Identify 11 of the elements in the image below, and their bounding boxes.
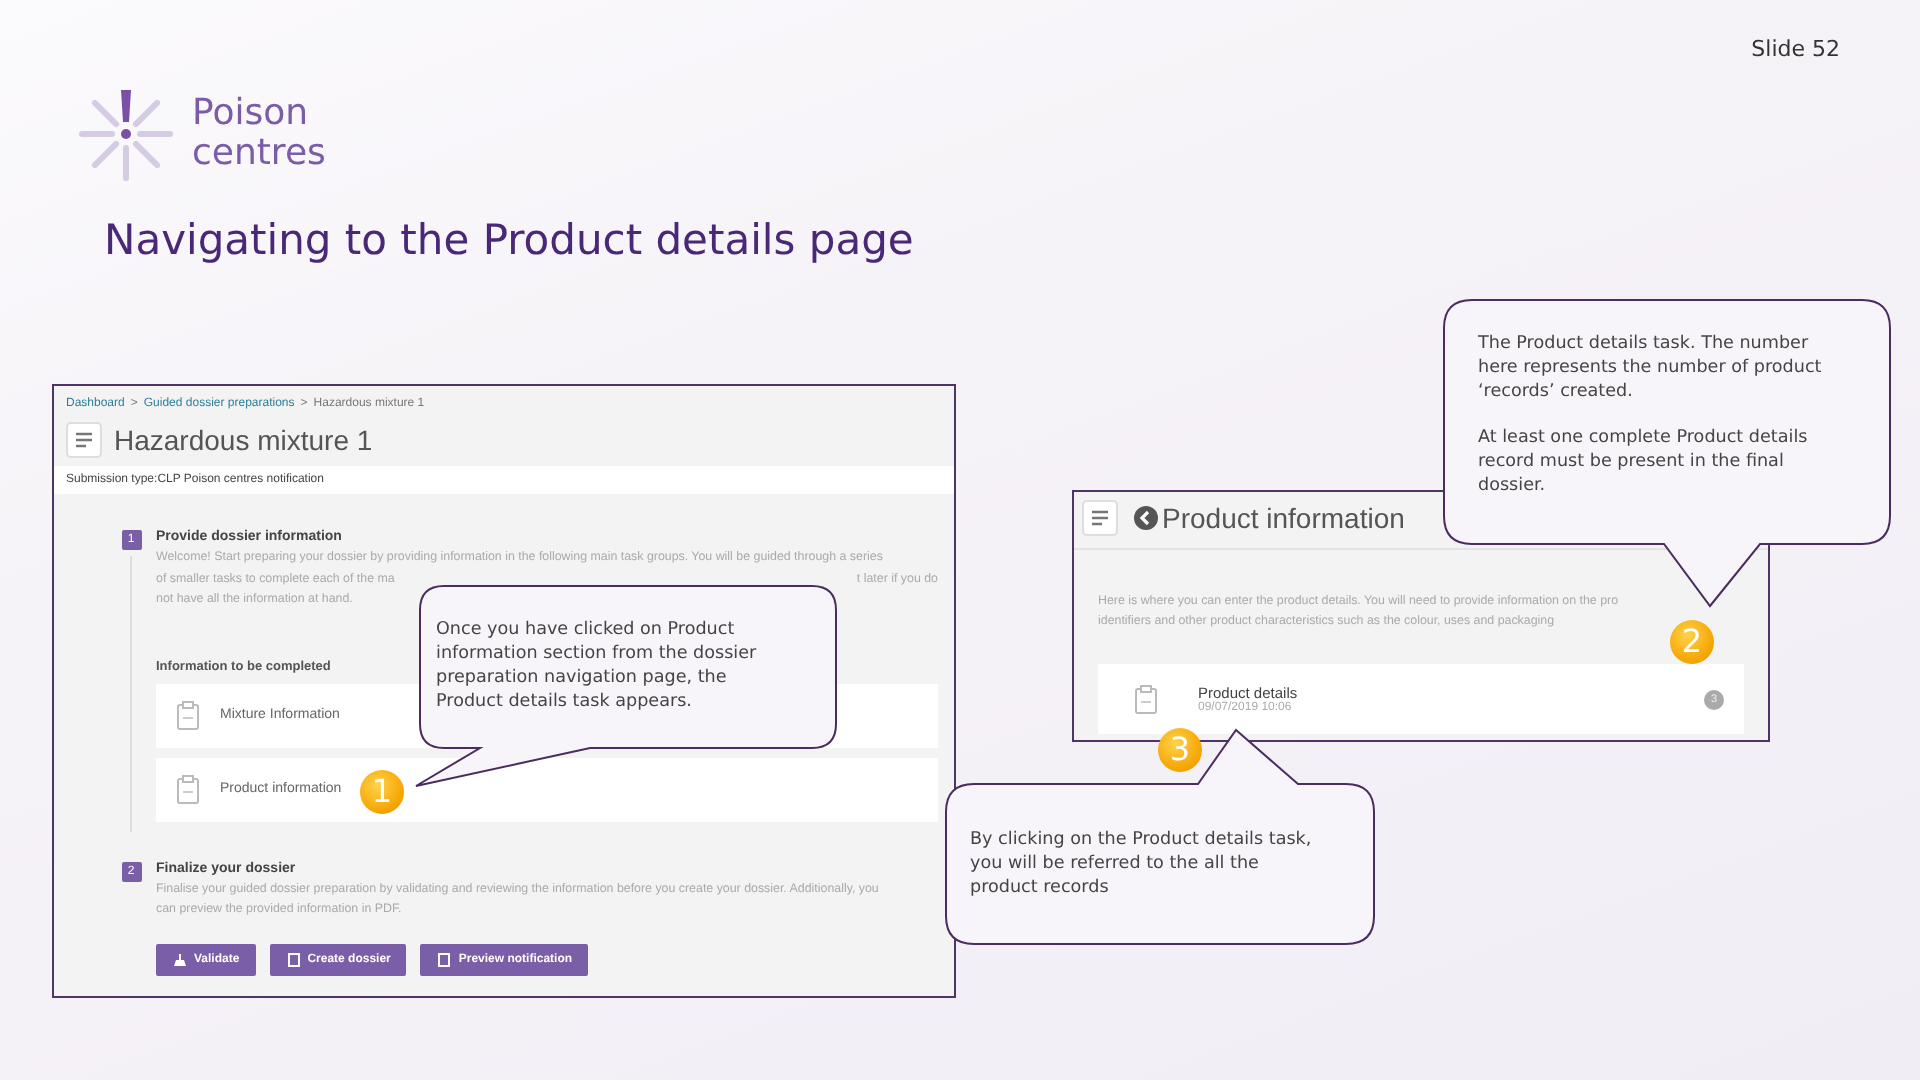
callout-text: By clicking on the Product details task, you will be referred to the all the product records: [970, 828, 1314, 900]
logo-text: Poison: [192, 94, 311, 134]
number-badge: 3: [1158, 728, 1202, 772]
logo-text: centres: [192, 134, 326, 174]
callout-text: At least one complete Product details record must be present in the final dossier.: [1478, 426, 1810, 498]
page-title: Product information: [1162, 502, 1405, 534]
callout-text: Once you have clicked on Product information section from the dossier preparation navigation page, the Product details task appears.: [436, 618, 759, 714]
callout-text: The Product details task. The number here represents the number of product ‘records’ created.: [1478, 332, 1824, 404]
page-title: Hazardous mixture 1: [114, 424, 373, 456]
slide-title: Navigating to the Product details page: [104, 216, 914, 264]
slide-number: Slide 52: [1751, 36, 1840, 62]
